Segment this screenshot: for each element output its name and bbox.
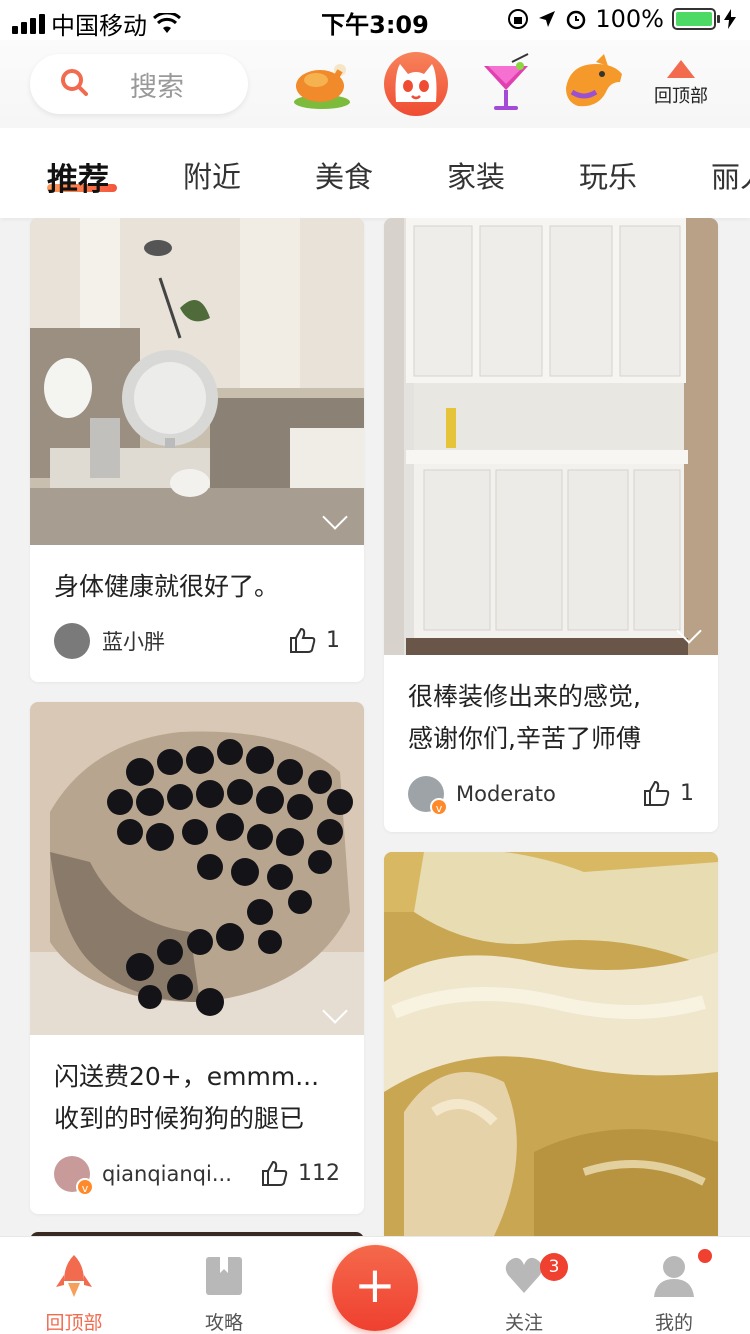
nav-guide-label: 攻略	[204, 1312, 243, 1334]
back-to-top-button[interactable]: 回顶部	[646, 60, 716, 114]
header: 搜索 回顶部	[0, 40, 750, 128]
feed-card[interactable]	[384, 852, 718, 1236]
tab-food[interactable]: 美食	[315, 154, 373, 196]
rocket-icon	[56, 1255, 92, 1297]
tab-entertainment[interactable]: 玩乐	[579, 154, 637, 196]
battery-percent: 100%	[595, 5, 664, 33]
bottom-nav: 回顶部 攻略 + 关注 3 我的	[0, 1236, 750, 1334]
battery-icon	[672, 8, 720, 30]
follow-count-badge: 3	[540, 1253, 568, 1281]
back-to-top-label: 回顶部	[654, 86, 708, 107]
notification-dot	[698, 1249, 712, 1263]
like-button[interactable]: 112	[260, 1159, 340, 1187]
post-title-line-1: 很棒装修出来的感觉,	[408, 682, 641, 711]
thumbs-up-icon	[290, 627, 316, 653]
tab-nearby[interactable]: 附近	[183, 154, 241, 196]
feed-card[interactable]: 身体健康就很好了。 蓝小胖 1	[30, 218, 364, 682]
status-right: 100%	[507, 5, 736, 33]
post-author[interactable]: v qianqianqi...	[54, 1156, 232, 1196]
post-image[interactable]	[30, 218, 364, 545]
author-name: Moderato	[456, 782, 556, 806]
author-name: qianqianqi...	[102, 1162, 232, 1186]
post-title-line-2: 感谢你们,辛苦了师傅	[408, 724, 641, 753]
location-icon	[539, 11, 556, 27]
plus-icon: +	[354, 1256, 396, 1314]
post-author[interactable]: 蓝小胖	[54, 623, 165, 659]
like-button[interactable]: 1	[288, 626, 340, 654]
post-title-line-2: 收到的时候狗狗的腿已	[54, 1104, 305, 1133]
avatar[interactable]: v	[54, 1156, 94, 1196]
nav-mine[interactable]: 我的	[624, 1253, 724, 1334]
post-image[interactable]	[384, 218, 718, 655]
cocktail-icon[interactable]	[474, 52, 538, 116]
like-count: 1	[680, 780, 694, 806]
verified-badge-icon: v	[76, 1178, 94, 1196]
author-name: 蓝小胖	[102, 630, 165, 654]
up-arrow-icon	[667, 60, 695, 78]
feed-card[interactable]: 很棒装修出来的感觉, 感谢你们,辛苦了师傅 v Moderato 1	[384, 218, 718, 832]
roast-chicken-icon[interactable]	[290, 52, 354, 116]
rotation-lock-icon	[508, 9, 529, 29]
tab-recommend[interactable]: 推荐	[47, 154, 109, 199]
post-title-line-1: 闪送费20+，emmm...	[54, 1062, 320, 1091]
create-post-button[interactable]: +	[332, 1245, 418, 1331]
post-image[interactable]	[384, 852, 718, 1236]
tab-home-decor[interactable]: 家装	[447, 154, 505, 196]
charging-icon	[724, 9, 736, 29]
nav-home-label: 回顶部	[45, 1312, 103, 1334]
post-title: 身体健康就很好了。	[54, 572, 280, 601]
post-author[interactable]: v Moderato	[408, 776, 556, 816]
user-profile-icon	[654, 1256, 694, 1297]
search-placeholder: 搜索	[130, 71, 184, 103]
thumbs-up-icon	[644, 780, 670, 806]
category-tabs: 推荐 附近 美食 家装 玩乐 丽人	[0, 128, 750, 218]
thumbs-up-icon	[262, 1160, 288, 1186]
cat-logo-icon[interactable]	[384, 52, 448, 116]
nav-mine-label: 我的	[654, 1312, 693, 1334]
like-count: 112	[298, 1160, 340, 1186]
tab-beauty[interactable]: 丽人	[711, 154, 750, 196]
like-button[interactable]: 1	[642, 779, 694, 807]
like-count: 1	[326, 627, 340, 653]
verified-badge-icon: v	[430, 798, 448, 816]
avatar[interactable]: v	[408, 776, 448, 816]
nav-home[interactable]: 回顶部	[24, 1253, 124, 1334]
heart-icon	[505, 1257, 543, 1293]
status-bar: 中国移动 下午3:09 100%	[0, 0, 750, 40]
post-image[interactable]	[30, 702, 364, 1035]
nav-follow-label: 关注	[504, 1312, 543, 1334]
feed-card[interactable]: 闪送费20+，emmm... 收到的时候狗狗的腿已 v qianqianqi..…	[30, 702, 364, 1214]
dog-icon[interactable]	[562, 52, 626, 116]
avatar[interactable]	[54, 623, 90, 659]
bookmark-book-icon	[206, 1257, 242, 1295]
nav-guide[interactable]: 攻略	[174, 1253, 274, 1334]
alarm-icon	[567, 10, 586, 30]
search-icon	[61, 69, 88, 96]
